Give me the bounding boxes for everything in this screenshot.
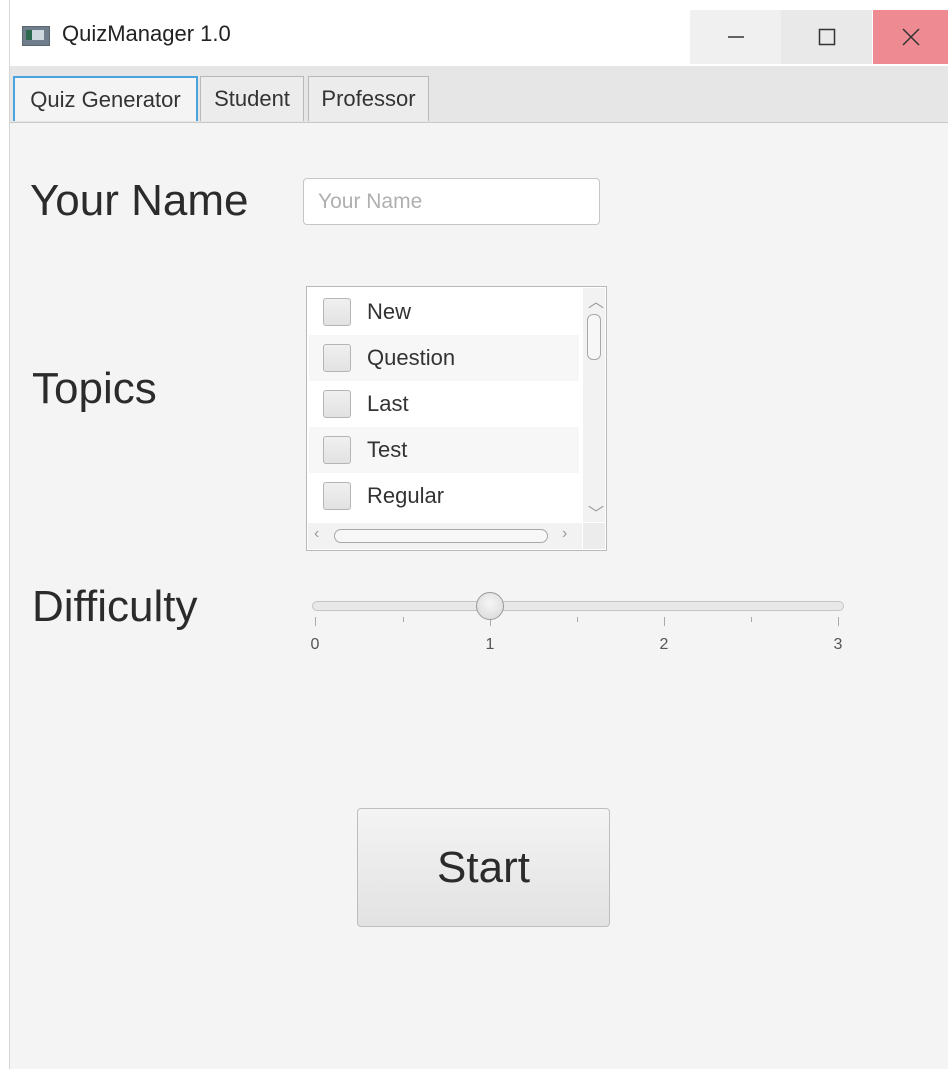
vertical-scroll-thumb[interactable] — [587, 314, 601, 360]
close-icon — [902, 28, 920, 46]
title-bar[interactable]: QuizManager 1.0 — [10, 0, 948, 66]
topics-list[interactable]: New Question Last Test Regular ︿ ﹀ ‹ › — [306, 286, 607, 551]
list-item[interactable]: Last — [309, 381, 579, 427]
topics-label: Topics — [32, 364, 157, 413]
tick-label: 3 — [833, 636, 843, 653]
list-item[interactable]: Question — [309, 335, 579, 381]
name-input[interactable] — [303, 178, 600, 225]
list-item[interactable]: New — [309, 289, 579, 335]
minor-tick — [577, 617, 578, 622]
topic-checkbox-last[interactable] — [323, 390, 351, 418]
window-title: QuizManager 1.0 — [62, 21, 231, 46]
minimize-icon — [727, 36, 744, 38]
vertical-scrollbar[interactable]: ︿ ﹀ — [583, 288, 605, 524]
topic-label: Question — [367, 345, 456, 370]
start-button[interactable]: Start — [357, 808, 610, 927]
minor-tick — [751, 617, 752, 622]
list-item[interactable]: Regular — [309, 473, 579, 519]
horizontal-scroll-thumb[interactable] — [334, 529, 548, 543]
topic-checkbox-question[interactable] — [323, 344, 351, 372]
scroll-up-icon[interactable]: ︿ — [588, 288, 604, 312]
topic-label: Regular — [367, 483, 445, 508]
tick-label: 1 — [485, 636, 495, 653]
major-tick — [315, 617, 316, 626]
tick-label: 0 — [310, 636, 320, 653]
scroll-right-icon[interactable]: › — [562, 525, 567, 543]
scroll-down-icon[interactable]: ﹀ — [588, 500, 604, 524]
major-tick — [664, 617, 665, 626]
tick-label: 2 — [659, 636, 669, 653]
slider-thumb[interactable] — [476, 592, 504, 620]
difficulty-label: Difficulty — [32, 582, 198, 631]
scrollbar-corner — [583, 523, 605, 549]
tab-bar: Quiz Generator Student Professor — [10, 66, 948, 123]
tab-student[interactable]: Student — [200, 76, 304, 121]
minimize-button[interactable] — [690, 10, 781, 64]
topic-checkbox-new[interactable] — [323, 298, 351, 326]
scroll-left-icon[interactable]: ‹ — [314, 525, 319, 543]
topic-label: Test — [367, 437, 408, 462]
topic-checkbox-regular[interactable] — [323, 482, 351, 510]
tab-quiz-generator[interactable]: Quiz Generator — [13, 76, 198, 121]
topic-checkbox-test[interactable] — [323, 436, 351, 464]
horizontal-scrollbar[interactable]: ‹ › — [308, 523, 582, 549]
major-tick — [838, 617, 839, 626]
list-item[interactable]: Test — [309, 427, 579, 473]
topic-label: New — [367, 299, 412, 324]
name-label: Your Name — [30, 176, 249, 225]
slider-track[interactable] — [312, 601, 844, 611]
tab-professor[interactable]: Professor — [308, 76, 429, 121]
maximize-icon — [818, 28, 835, 46]
app-icon — [22, 26, 50, 46]
app-window: QuizManager 1.0 Quiz Generator Student P… — [9, 0, 948, 1069]
close-button[interactable] — [873, 10, 948, 64]
topic-label: Last — [367, 391, 409, 416]
maximize-button[interactable] — [781, 10, 872, 64]
minor-tick — [403, 617, 404, 622]
